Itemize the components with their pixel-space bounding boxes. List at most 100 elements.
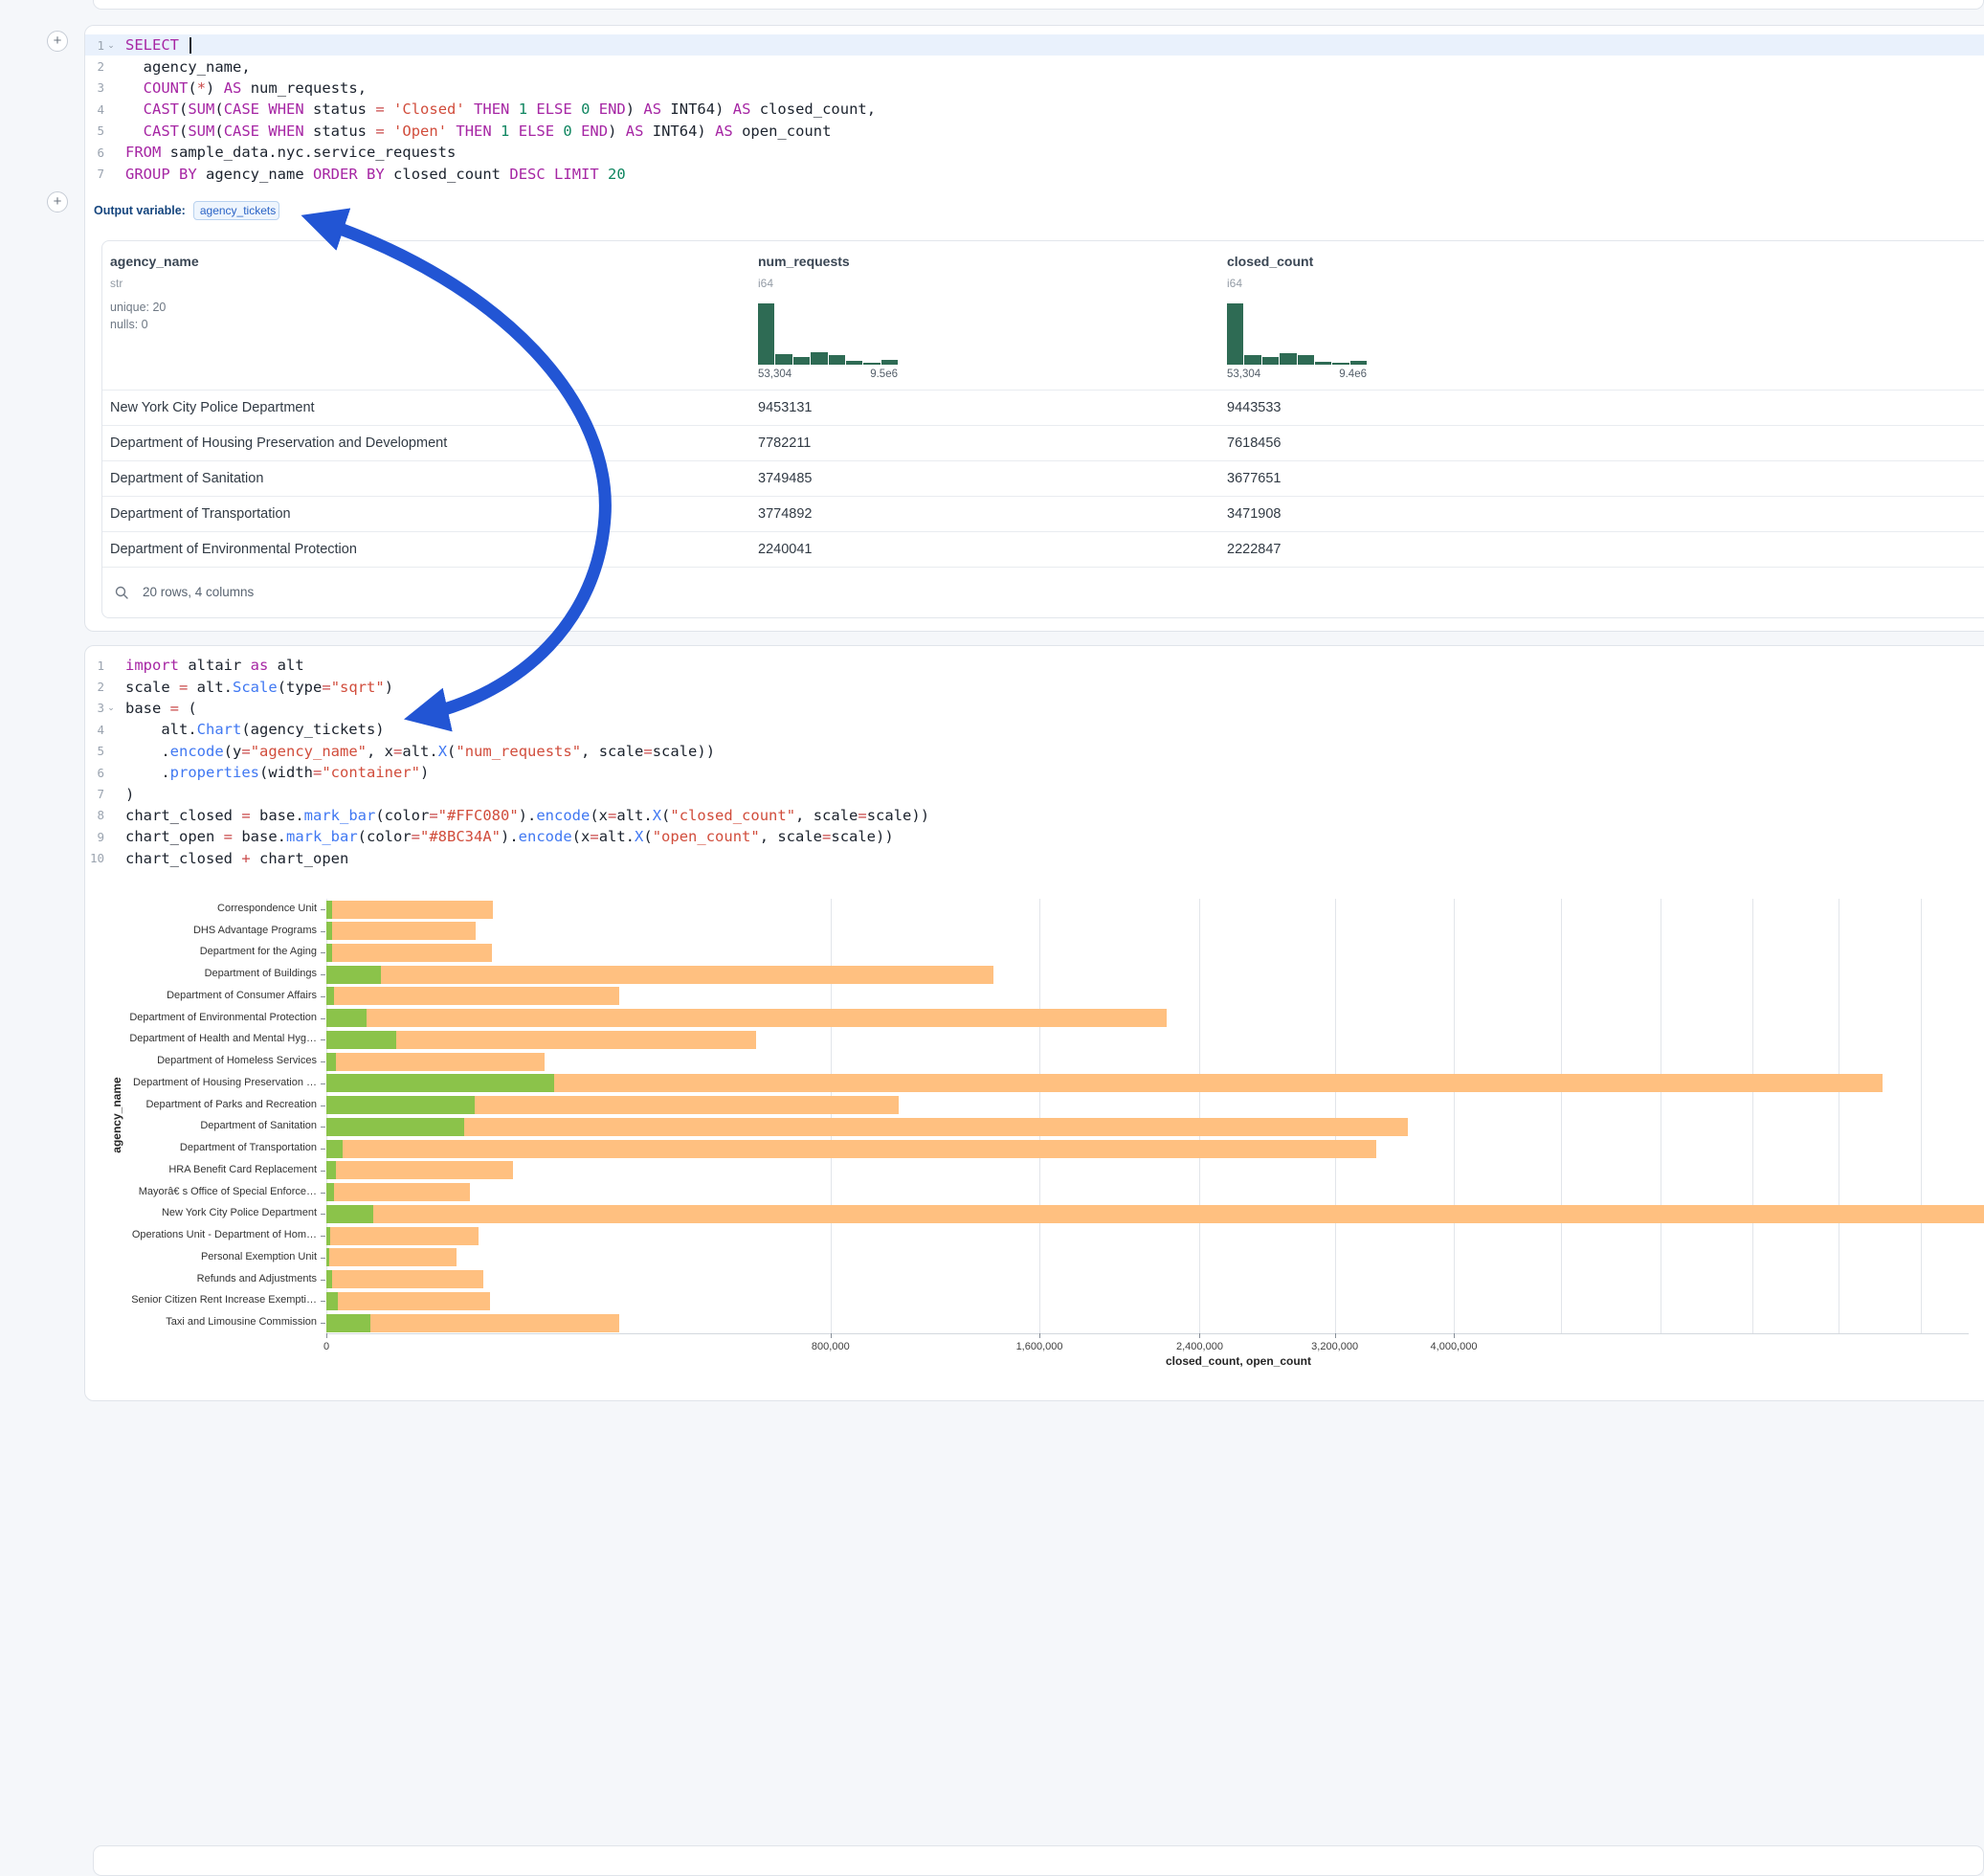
- x-axis-tick-label: 1,600,000: [982, 1341, 1097, 1352]
- output-variable-label: Output variable:: [94, 204, 186, 217]
- search-icon[interactable]: [114, 585, 129, 600]
- chart-bar-closed: [326, 1248, 457, 1266]
- sql-code-editor[interactable]: 1⌄SELECT 2 agency_name,3 COUNT(*) AS num…: [85, 26, 1984, 185]
- x-axis-tick-label: 0: [269, 1341, 384, 1352]
- y-axis-label: Department of Sanitation: [101, 1120, 317, 1133]
- results-table: agency_name str unique: 20 nulls: 0 num_…: [101, 240, 1984, 618]
- collapse-caret-icon[interactable]: ⌄: [104, 40, 118, 51]
- y-axis-label: Senior Citizen Rent Increase Exempti…: [101, 1294, 317, 1307]
- code-line[interactable]: 1import altair as alt: [85, 655, 1984, 676]
- y-axis-tick: [321, 1280, 325, 1281]
- code-text: base = (: [125, 700, 197, 717]
- code-line[interactable]: 10chart_closed + chart_open: [85, 848, 1984, 869]
- chart-gridline: [831, 899, 832, 1333]
- code-line[interactable]: 2scale = alt.Scale(type="sqrt"): [85, 676, 1984, 697]
- histogram-bar: [811, 352, 827, 365]
- line-number: 7: [85, 167, 104, 181]
- x-axis-tick: [1335, 1333, 1336, 1338]
- y-axis-label: Personal Exemption Unit: [101, 1251, 317, 1264]
- table-row[interactable]: Department of Housing Preservation and D…: [102, 425, 1984, 461]
- histogram-bar: [881, 360, 898, 365]
- line-number: 4: [85, 723, 104, 737]
- code-text: CAST(SUM(CASE WHEN status = 'Closed' THE…: [125, 100, 876, 118]
- chart-bar-open: [326, 1227, 330, 1245]
- cell-closed-count: 3677651: [1227, 461, 1281, 497]
- histogram-bar: [1298, 355, 1314, 365]
- code-line[interactable]: 9chart_open = base.mark_bar(color="#8BC3…: [85, 826, 1984, 847]
- x-axis-tick-label: 4,000,000: [1396, 1341, 1511, 1352]
- chart-gridline: [1335, 899, 1336, 1333]
- y-axis-tick: [321, 1214, 325, 1215]
- code-text: CAST(SUM(CASE WHEN status = 'Open' THEN …: [125, 123, 831, 140]
- table-row[interactable]: Department of Sanitation 3749485 3677651: [102, 460, 1984, 497]
- column-header-num-requests[interactable]: num_requests i64 53,304 9.5e6: [758, 241, 1294, 390]
- output-variable-tag[interactable]: agency_tickets: [193, 201, 279, 220]
- y-axis-tick: [321, 1127, 325, 1128]
- output-variable-row: Output variable: agency_tickets: [94, 198, 279, 223]
- code-line[interactable]: 2 agency_name,: [85, 56, 1984, 77]
- table-row[interactable]: Department of Environmental Protection 2…: [102, 531, 1984, 568]
- y-axis-label: Refunds and Adjustments: [101, 1273, 317, 1286]
- column-header-closed-count[interactable]: closed_count i64 53,304 9.4e6: [1227, 241, 1763, 390]
- chart-gridline: [1454, 899, 1455, 1333]
- cell-num-requests: 3774892: [758, 497, 812, 532]
- code-line[interactable]: 3 COUNT(*) AS num_requests,: [85, 78, 1984, 99]
- code-text: GROUP BY agency_name ORDER BY closed_cou…: [125, 166, 626, 183]
- y-axis-tick: [321, 1083, 325, 1084]
- code-line[interactable]: 5 .encode(y="agency_name", x=alt.X("num_…: [85, 741, 1984, 762]
- cell-closed-count: 2222847: [1227, 532, 1281, 568]
- cell-num-requests: 7782211: [758, 426, 811, 461]
- column-type: str: [110, 277, 123, 290]
- chart-bar-closed: [326, 1118, 1408, 1136]
- chart-bar-closed: [326, 1053, 545, 1071]
- code-line[interactable]: 7 GROUP BY agency_name ORDER BY closed_co…: [85, 163, 1984, 184]
- code-line[interactable]: 7): [85, 783, 1984, 804]
- line-number: 6: [85, 145, 104, 160]
- chart-gridline: [1199, 899, 1200, 1333]
- code-line[interactable]: 3⌄base = (: [85, 698, 1984, 719]
- cell-num-requests: 2240041: [758, 532, 812, 568]
- chart-bar-open: [326, 1248, 329, 1266]
- table-header: agency_name str unique: 20 nulls: 0 num_…: [102, 241, 1984, 390]
- code-line[interactable]: 8chart_closed = base.mark_bar(color="#FF…: [85, 805, 1984, 826]
- chart-gridline: [1039, 899, 1040, 1333]
- code-line[interactable]: 4 alt.Chart(agency_tickets): [85, 719, 1984, 740]
- histogram-range: 53,304 9.5e6: [758, 368, 898, 380]
- collapse-caret-icon[interactable]: ⌄: [104, 703, 118, 713]
- code-line[interactable]: 6 .properties(width="container"): [85, 762, 1984, 783]
- table-row[interactable]: Department of Transportation 3774892 347…: [102, 496, 1984, 532]
- chart-bar-open: [326, 987, 334, 1005]
- code-line[interactable]: 6 FROM sample_data.nyc.service_requests: [85, 142, 1984, 163]
- chart-bar-open: [326, 1031, 396, 1049]
- y-axis-label: Mayorâ€ s Office of Special Enforce…: [101, 1186, 317, 1199]
- notebook-page: + + 1⌄SELECT 2 agency_name,3 COUNT(*) AS…: [0, 0, 1984, 1861]
- add-cell-button-output[interactable]: +: [47, 191, 68, 212]
- y-axis-tick: [321, 1039, 325, 1040]
- cell-closed-count: 3471908: [1227, 497, 1281, 532]
- chart-bar-open: [326, 1205, 373, 1223]
- x-axis-tick-label: 800,000: [773, 1341, 888, 1352]
- x-axis-line: [326, 1333, 1969, 1334]
- next-cell-edge: [93, 1845, 1984, 1876]
- chart-bar-closed: [326, 1314, 619, 1332]
- python-code-editor[interactable]: 1import altair as alt2scale = alt.Scale(…: [85, 646, 1984, 869]
- code-line[interactable]: 4 CAST(SUM(CASE WHEN status = 'Closed' T…: [85, 99, 1984, 120]
- y-axis-tick: [321, 1236, 325, 1237]
- previous-cell-edge: [93, 0, 1984, 10]
- code-line[interactable]: 5 CAST(SUM(CASE WHEN status = 'Open' THE…: [85, 121, 1984, 142]
- code-text: FROM sample_data.nyc.service_requests: [125, 144, 456, 161]
- column-name: closed_count: [1227, 254, 1313, 269]
- cell-agency-name: New York City Police Department: [110, 391, 315, 426]
- histogram-bar: [793, 357, 810, 365]
- add-cell-button-top[interactable]: +: [47, 31, 68, 52]
- histogram-max: 9.5e6: [870, 368, 898, 380]
- row-count-summary: 20 rows, 4 columns: [143, 585, 254, 599]
- cell-closed-count: 9443533: [1227, 391, 1281, 426]
- chart-bar-closed: [326, 1292, 490, 1310]
- table-row[interactable]: New York City Police Department 9453131 …: [102, 390, 1984, 426]
- line-number: 4: [85, 102, 104, 117]
- histogram-bar: [775, 354, 791, 365]
- code-line[interactable]: 1⌄SELECT: [85, 34, 1984, 56]
- y-axis-tick: [321, 974, 325, 975]
- column-header-agency-name[interactable]: agency_name str unique: 20 nulls: 0: [110, 241, 646, 390]
